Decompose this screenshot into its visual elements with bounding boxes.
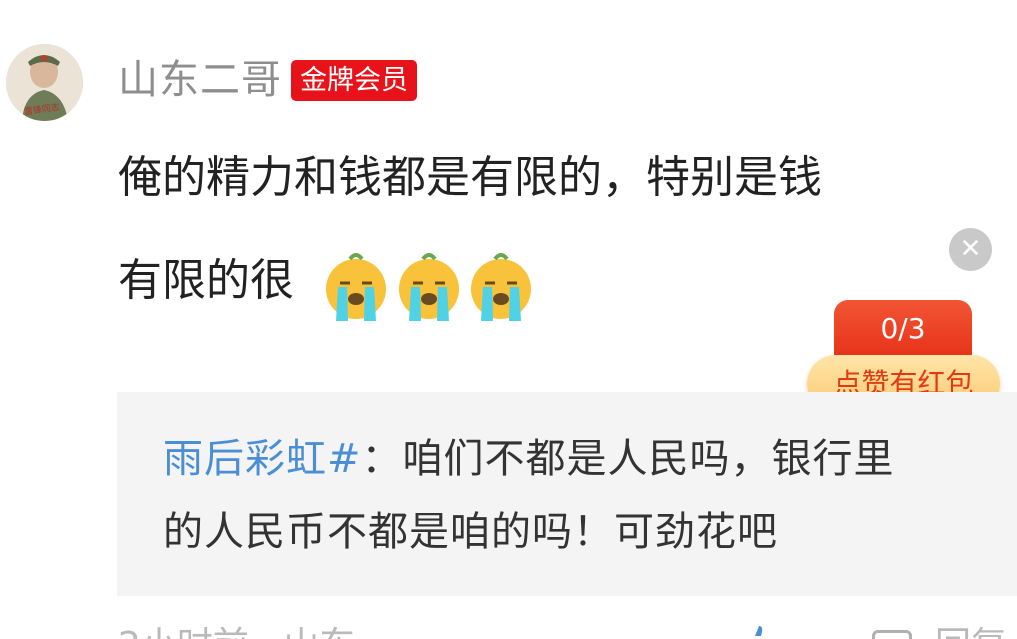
reply-line-1: 雨后彩虹#：咱们不都是人民吗，银行里 <box>163 433 895 485</box>
thumbs-up-icon[interactable] <box>745 624 775 639</box>
member-badge: 金牌会员 <box>291 60 417 101</box>
reply-preview[interactable]: 雨后彩虹#：咱们不都是人民吗，银行里 的人民币不都是咱的吗！可劲花吧 <box>117 392 1017 596</box>
reply-line-2: 的人民币不都是咱的吗！可劲花吧 <box>163 509 778 555</box>
reply-separator: ： <box>361 436 403 482</box>
reply-count[interactable]: 回复 <box>935 626 1007 639</box>
crying-face-emoji <box>471 253 531 321</box>
comment-meta: 2小时前 · 山东 <box>118 626 355 639</box>
username[interactable]: 山东二哥 <box>118 56 282 104</box>
crying-face-emoji <box>326 253 386 321</box>
crying-face-emoji <box>399 253 459 321</box>
comment-footer: 2小时前 · 山东 回复 <box>0 620 1017 639</box>
close-icon[interactable]: ✕ <box>949 228 992 271</box>
user-avatar[interactable]: 雷锋同志 <box>6 44 83 121</box>
comment-text-line-2: 有限的很 <box>118 255 294 306</box>
reply-icon[interactable] <box>872 630 912 639</box>
comment-text-line-1: 俺的精力和钱都是有限的，特别是钱 <box>118 152 822 203</box>
reply-text-1: 咱们不都是人民吗，银行里 <box>402 436 895 482</box>
reply-username[interactable]: 雨后彩虹# <box>163 436 362 482</box>
